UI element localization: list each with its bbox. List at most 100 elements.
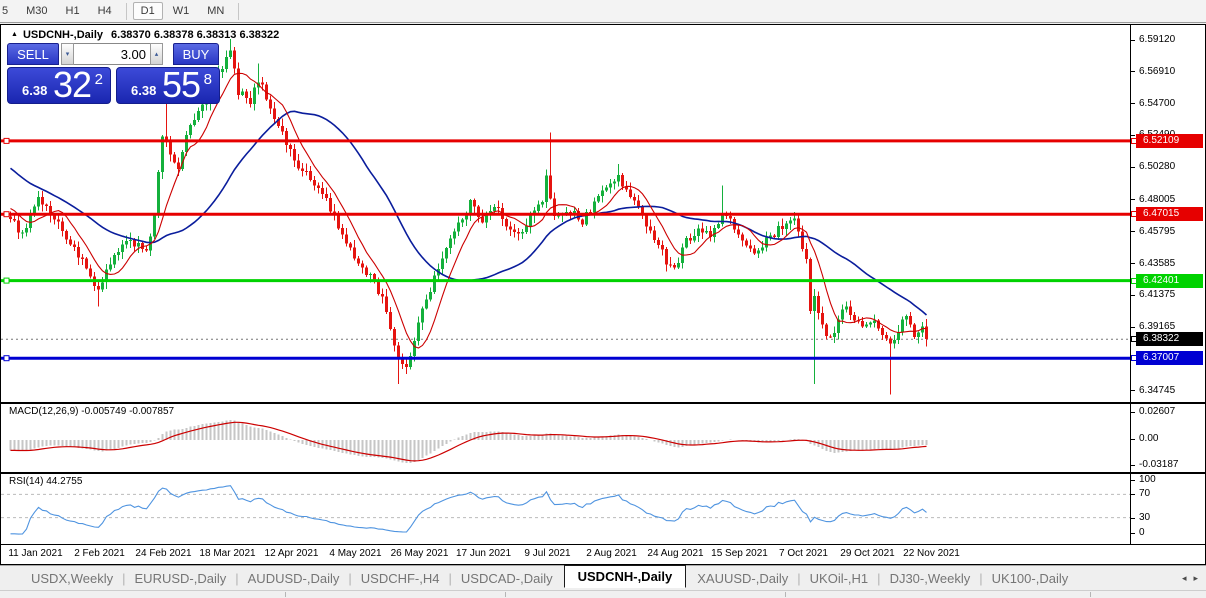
timeframe-5[interactable]: 5: [0, 2, 16, 20]
tab-uk100-daily[interactable]: UK100-,Daily: [985, 569, 1076, 588]
line-handle-icon[interactable]: [4, 278, 9, 283]
date-tick-label: 22 Nov 2021: [903, 548, 960, 559]
main-chart-plot[interactable]: ▲USDCNH-,Daily6.38370 6.38378 6.38313 6.…: [1, 25, 1130, 402]
macd-axis[interactable]: 0.026070.00-0.03187: [1130, 404, 1205, 472]
rsi-plot[interactable]: RSI(14) 44.2755: [1, 474, 1130, 544]
macd-signal-line: [11, 422, 927, 461]
toolbar-separator: [126, 3, 127, 20]
tab-scroll-right-icon[interactable]: ▸: [1193, 573, 1198, 583]
tab-separator: |: [979, 571, 982, 586]
line-handle-icon[interactable]: [1131, 355, 1137, 361]
tab-usdcad-daily[interactable]: USDCAD-,Daily: [454, 569, 560, 588]
date-tick-label: 11 Jan 2021: [8, 548, 62, 559]
rsi-axis[interactable]: 10070300: [1130, 474, 1205, 544]
date-tick-label: 2 Aug 2021: [586, 548, 637, 559]
axis-tick-mark: [1131, 231, 1135, 232]
axis-tick-mark: [1131, 103, 1135, 104]
date-tick-label: 26 May 2021: [391, 548, 449, 559]
chart-window: ▲USDCNH-,Daily6.38370 6.38378 6.38313 6.…: [0, 24, 1206, 565]
price-level-label: 6.47015: [1136, 207, 1203, 221]
tab-usdchf-h4[interactable]: USDCHF-,H4: [354, 569, 447, 588]
date-tick-label: 2 Feb 2021: [74, 548, 125, 559]
price-tick: 6.45795: [1139, 226, 1175, 238]
tab-separator: |: [348, 571, 351, 586]
tab-usdx-weekly[interactable]: USDX,Weekly: [24, 569, 120, 588]
tab-xauusd-daily[interactable]: XAUUSD-,Daily: [690, 569, 795, 588]
line-handle-icon[interactable]: [1131, 138, 1137, 144]
timeframe-toolbar: 5M30H1H4 D1W1MN: [0, 0, 1206, 23]
collapse-arrow-icon[interactable]: ▲: [11, 31, 18, 38]
buy-price-display[interactable]: 6.38 55 8: [116, 67, 220, 104]
macd-label: MACD(12,26,9) -0.005749 -0.007857: [9, 406, 174, 417]
timeframe-h1[interactable]: H1: [58, 2, 88, 20]
rsi-axis-value: 30: [1139, 512, 1150, 524]
tab-eurusd-daily[interactable]: EURUSD-,Daily: [128, 569, 234, 588]
tab-separator: |: [797, 571, 800, 586]
tab-separator: |: [449, 571, 452, 586]
axis-tick-mark: [1131, 135, 1135, 136]
price-tick: 6.48005: [1139, 194, 1175, 206]
date-tick-label: 12 Apr 2021: [265, 548, 319, 559]
sell-price-display[interactable]: 6.38 32 2: [7, 67, 111, 104]
axis-tick-mark: [1131, 390, 1135, 391]
date-tick-label: 18 Mar 2021: [199, 548, 255, 559]
chevron-up-icon: ▴: [155, 50, 159, 58]
axis-tick-mark: [1131, 167, 1135, 168]
timeframe-h4[interactable]: H4: [90, 2, 120, 20]
tab-usdcnh-daily[interactable]: USDCNH-,Daily: [564, 565, 687, 588]
date-tick-label: 17 Jun 2021: [456, 548, 511, 559]
one-click-trading-panel: SELL ▾ ▴ BUY 6.38 32 2 6.38: [7, 43, 223, 104]
macd-axis-value: 0.00: [1139, 433, 1158, 445]
axis-tick-mark: [1131, 327, 1135, 328]
price-tick: 6.41375: [1139, 289, 1175, 301]
date-tick-label: 29 Oct 2021: [840, 548, 894, 559]
sell-price-big: 32: [53, 64, 91, 106]
timeframe-m30[interactable]: M30: [18, 2, 55, 20]
macd-axis-value: 0.02607: [1139, 406, 1175, 418]
axis-tick-mark: [1131, 494, 1135, 495]
date-tick-label: 7 Oct 2021: [779, 548, 828, 559]
price-tick: 6.56910: [1139, 66, 1175, 78]
tab-scroll-left-icon[interactable]: ◂: [1182, 573, 1187, 583]
volume-input[interactable]: [74, 43, 150, 65]
volume-decrease-button[interactable]: ▾: [61, 43, 74, 65]
tab-audusd-daily[interactable]: AUDUSD-,Daily: [241, 569, 347, 588]
line-handle-icon[interactable]: [4, 356, 9, 361]
price-level-label: 6.52109: [1136, 134, 1203, 148]
price-tick: 6.50280: [1139, 161, 1175, 173]
date-tick-label: 4 May 2021: [329, 548, 381, 559]
sell-price-pip: 2: [95, 71, 103, 88]
ma-fast-line[interactable]: [11, 73, 927, 348]
timeframe-mn[interactable]: MN: [199, 2, 232, 20]
timeframe-w1[interactable]: W1: [165, 2, 198, 20]
price-level-label: 6.37007: [1136, 351, 1203, 365]
axis-tick-mark: [1131, 480, 1135, 481]
macd-panel: MACD(12,26,9) -0.005749 -0.007857 0.0260…: [1, 404, 1205, 474]
tab-scroll-buttons: ◂▸: [1175, 573, 1198, 584]
axis-tick-mark: [1131, 295, 1135, 296]
volume-increase-button[interactable]: ▴: [150, 43, 163, 65]
tab-dj30-weekly[interactable]: DJ30-,Weekly: [883, 569, 978, 588]
line-handle-icon[interactable]: [1131, 336, 1137, 342]
timeframe-d1[interactable]: D1: [133, 2, 163, 20]
line-handle-icon[interactable]: [1131, 278, 1137, 284]
price-axis[interactable]: 6.591206.569106.547006.524906.502806.480…: [1130, 25, 1205, 402]
chart-title: ▲USDCNH-,Daily6.38370 6.38378 6.38313 6.…: [11, 29, 279, 41]
price-tick: 6.54700: [1139, 98, 1175, 110]
line-handle-icon[interactable]: [4, 212, 9, 217]
axis-tick-mark: [1131, 439, 1135, 440]
line-handle-icon[interactable]: [1131, 211, 1137, 217]
tab-ukoil-h1[interactable]: UKOil-,H1: [803, 569, 876, 588]
price-level-label: 6.42401: [1136, 274, 1203, 288]
rsi-canvas[interactable]: [1, 474, 1130, 544]
axis-tick-mark: [1131, 412, 1135, 413]
axis-tick-mark: [1131, 518, 1135, 519]
macd-plot[interactable]: MACD(12,26,9) -0.005749 -0.007857: [1, 404, 1130, 472]
chevron-down-icon: ▾: [66, 50, 70, 58]
sell-button[interactable]: SELL: [7, 43, 59, 65]
axis-tick-mark: [1131, 71, 1135, 72]
axis-tick-mark: [1131, 263, 1135, 264]
line-handle-icon[interactable]: [4, 138, 9, 143]
buy-button[interactable]: BUY: [173, 43, 219, 65]
date-axis[interactable]: 11 Jan 20212 Feb 202124 Feb 202118 Mar 2…: [1, 545, 1205, 564]
